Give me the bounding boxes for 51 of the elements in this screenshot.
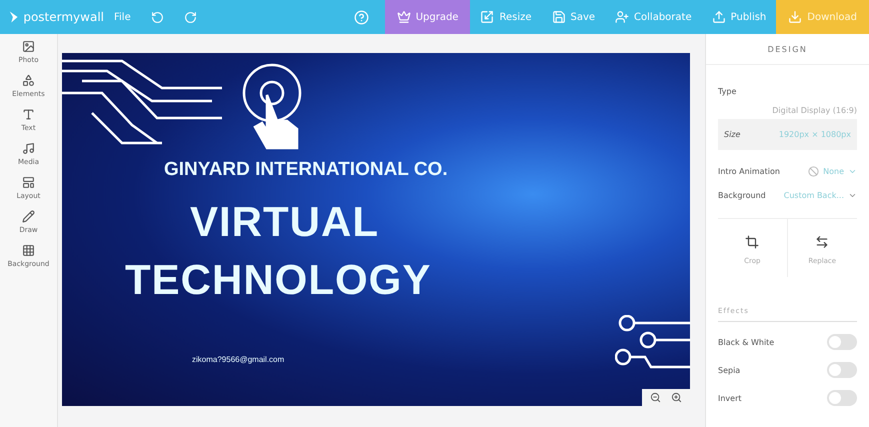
toggle-switch[interactable]: [827, 334, 857, 350]
resize-button[interactable]: Resize: [470, 0, 542, 34]
zoom-in-icon[interactable]: [671, 392, 682, 403]
undo-icon[interactable]: [150, 10, 164, 24]
effect-label: Sepia: [718, 366, 740, 374]
headline: VIRTUAL: [190, 198, 379, 246]
size-label: Size: [724, 130, 740, 139]
none-icon: [808, 166, 820, 177]
redo-icon[interactable]: [184, 10, 197, 24]
background-label: Background: [718, 191, 766, 200]
animation-label: Intro Animation: [718, 167, 780, 176]
toggle-switch[interactable]: [827, 390, 857, 406]
animation-dropdown[interactable]: None: [808, 166, 857, 177]
logo-icon: [9, 9, 18, 25]
collaborate-icon: [615, 10, 630, 24]
resize-icon: [480, 10, 494, 24]
collaborate-button[interactable]: Collaborate: [605, 0, 702, 34]
company-name: GINYARD INTERNATIONAL CO.: [164, 159, 448, 181]
media-icon: [22, 142, 35, 155]
publish-button[interactable]: Publish: [702, 0, 776, 34]
effect-label: Black & White: [718, 338, 774, 346]
background-icon: [22, 244, 35, 257]
zoom-out-icon[interactable]: [650, 392, 661, 403]
text-icon: [22, 108, 35, 121]
elements-icon: [22, 74, 35, 87]
save-icon: [552, 10, 566, 24]
type-label: Type: [718, 87, 736, 96]
headline: TECHNOLOGY: [125, 256, 432, 304]
panel-title: DESIGN: [706, 34, 869, 65]
effect-label: Invert: [718, 394, 742, 402]
replace-icon: [815, 235, 830, 249]
download-icon: [788, 10, 802, 24]
logo-text: postermywall: [23, 10, 104, 24]
photo-icon: [22, 40, 35, 53]
type-value: Digital Display (16:9): [772, 106, 857, 115]
upgrade-button[interactable]: Upgrade: [384, 0, 470, 34]
save-button[interactable]: Save: [542, 0, 606, 34]
email-text: zikoma?9566@gmail.com: [192, 355, 284, 364]
file-menu[interactable]: File: [104, 0, 141, 34]
chevron-down-icon: [848, 191, 857, 200]
draw-icon: [22, 210, 35, 223]
download-button[interactable]: Download: [776, 0, 869, 34]
toggle-switch[interactable]: [827, 362, 857, 378]
help-icon[interactable]: [354, 10, 369, 24]
layout-icon: [22, 176, 35, 189]
size-value: 1920px × 1080px: [778, 130, 851, 139]
crop-icon: [745, 235, 760, 249]
upgrade-icon: [396, 10, 411, 24]
publish-icon: [712, 10, 726, 24]
chevron-down-icon: [848, 167, 857, 176]
background-dropdown[interactable]: Custom Back...: [784, 191, 857, 200]
